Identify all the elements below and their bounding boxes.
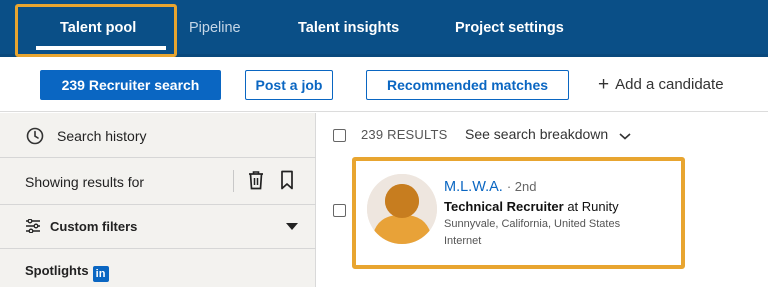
tab-pipeline[interactable]: Pipeline	[189, 0, 241, 54]
tab-project-settings[interactable]: Project settings	[455, 0, 564, 54]
search-history-row[interactable]: Search history	[0, 113, 316, 158]
search-history-label: Search history	[57, 128, 147, 144]
candidate-company: at Runity	[567, 199, 619, 214]
divider	[233, 170, 234, 192]
filter-icon	[26, 219, 40, 233]
candidate-name-text[interactable]: M.L.W.A.	[444, 179, 503, 195]
spotlights-label: Spotlights in	[25, 263, 109, 282]
add-candidate-label: Add a candidate	[615, 76, 724, 93]
plus-icon: +	[598, 74, 610, 95]
showing-results-label: Showing results for	[25, 174, 145, 190]
post-job-button[interactable]: Post a job	[245, 70, 333, 100]
candidate-industry: Internet	[444, 235, 482, 247]
custom-filters-label: Custom filters	[50, 219, 138, 234]
clock-icon	[26, 127, 44, 145]
select-all-checkbox[interactable]	[333, 129, 346, 142]
results-count: 239 RESULTS	[361, 127, 448, 142]
linkedin-icon: in	[92, 266, 109, 282]
candidate-name[interactable]: M.L.W.A. · 2nd	[444, 179, 537, 195]
bookmark-icon[interactable]	[280, 170, 294, 190]
candidate-headline: Technical Recruiter at Runity	[444, 199, 619, 214]
candidate-location: Sunnyvale, California, United States	[444, 218, 621, 230]
sidebar: Search history Showing results for Custo…	[0, 113, 316, 287]
search-breakdown-link[interactable]: See search breakdown	[465, 126, 608, 142]
connection-degree: · 2nd	[506, 179, 537, 194]
avatar[interactable]	[367, 174, 437, 244]
candidate-checkbox[interactable]	[333, 204, 346, 217]
custom-filters-row[interactable]: Custom filters	[0, 205, 316, 249]
highlight-box-tab	[15, 4, 177, 57]
recommended-matches-button[interactable]: Recommended matches	[366, 70, 569, 100]
candidate-title: Technical Recruiter	[444, 199, 564, 214]
recruiter-search-button[interactable]: 239 Recruiter search	[40, 70, 221, 100]
spotlights-text: Spotlights	[25, 263, 89, 278]
add-candidate-button[interactable]: + Add a candidate	[598, 70, 724, 100]
avatar-placeholder-icon	[367, 174, 437, 244]
chevron-down-icon[interactable]	[619, 133, 631, 140]
showing-results-row: Showing results for	[0, 158, 316, 205]
spotlights-row[interactable]: Spotlights in	[0, 249, 316, 287]
trash-icon[interactable]	[247, 170, 265, 190]
candidate-card[interactable]: M.L.W.A. · 2nd Technical Recruiter at Ru…	[352, 157, 685, 269]
tab-talent-insights[interactable]: Talent insights	[298, 0, 399, 54]
action-bar: 239 Recruiter search Post a job Recommen…	[0, 57, 768, 112]
chevron-down-icon[interactable]	[286, 223, 298, 231]
